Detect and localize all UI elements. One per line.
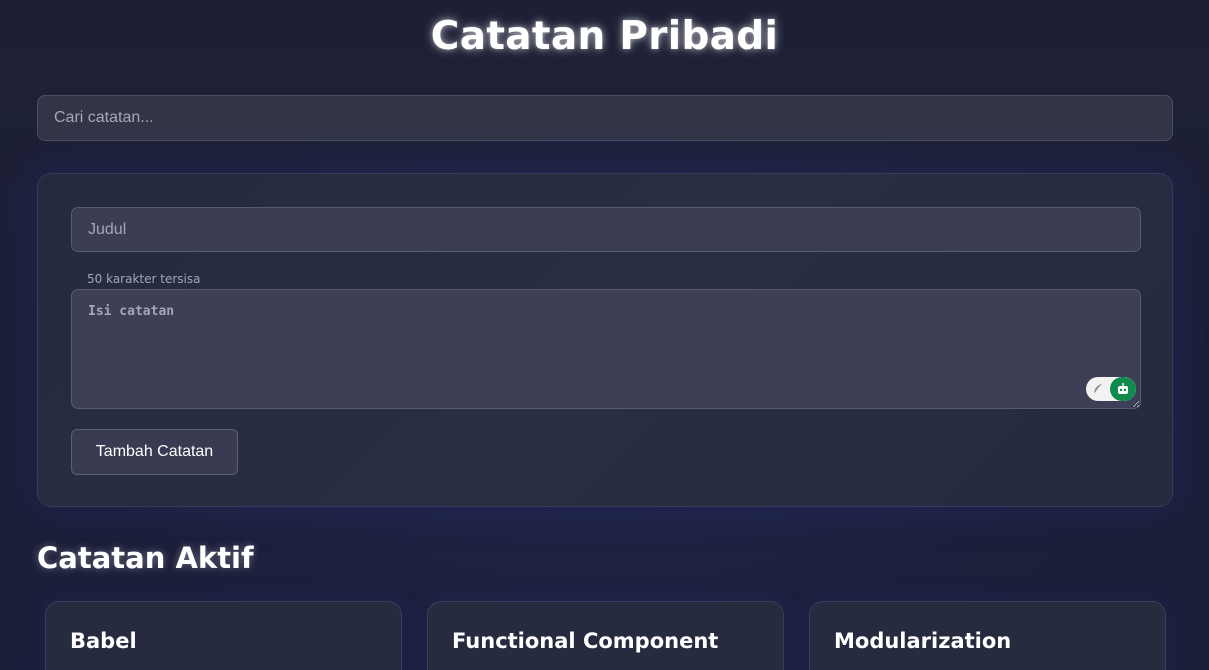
extension-widget[interactable] xyxy=(1086,377,1136,401)
page-title: Catatan Pribadi xyxy=(430,14,779,59)
note-card: Babel xyxy=(45,601,402,670)
feather-icon[interactable] xyxy=(1086,377,1110,401)
note-form: 50 karakter tersisa Tambah Catatan xyxy=(37,173,1173,507)
search-input[interactable] xyxy=(37,95,1173,141)
note-card: Modularization xyxy=(809,601,1166,670)
robot-icon[interactable] xyxy=(1110,377,1136,401)
notes-grid: Babel Functional Component Modularizatio… xyxy=(45,601,1166,670)
add-note-button[interactable]: Tambah Catatan xyxy=(71,429,238,475)
note-title: Babel xyxy=(70,629,137,653)
title-input[interactable] xyxy=(71,207,1141,252)
char-counter: 50 karakter tersisa xyxy=(87,272,201,286)
section-title-active-notes: Catatan Aktif xyxy=(37,541,254,575)
body-textarea[interactable] xyxy=(71,289,1141,409)
note-title: Modularization xyxy=(834,629,1012,653)
note-card: Functional Component xyxy=(427,601,784,670)
note-title: Functional Component xyxy=(452,629,719,653)
